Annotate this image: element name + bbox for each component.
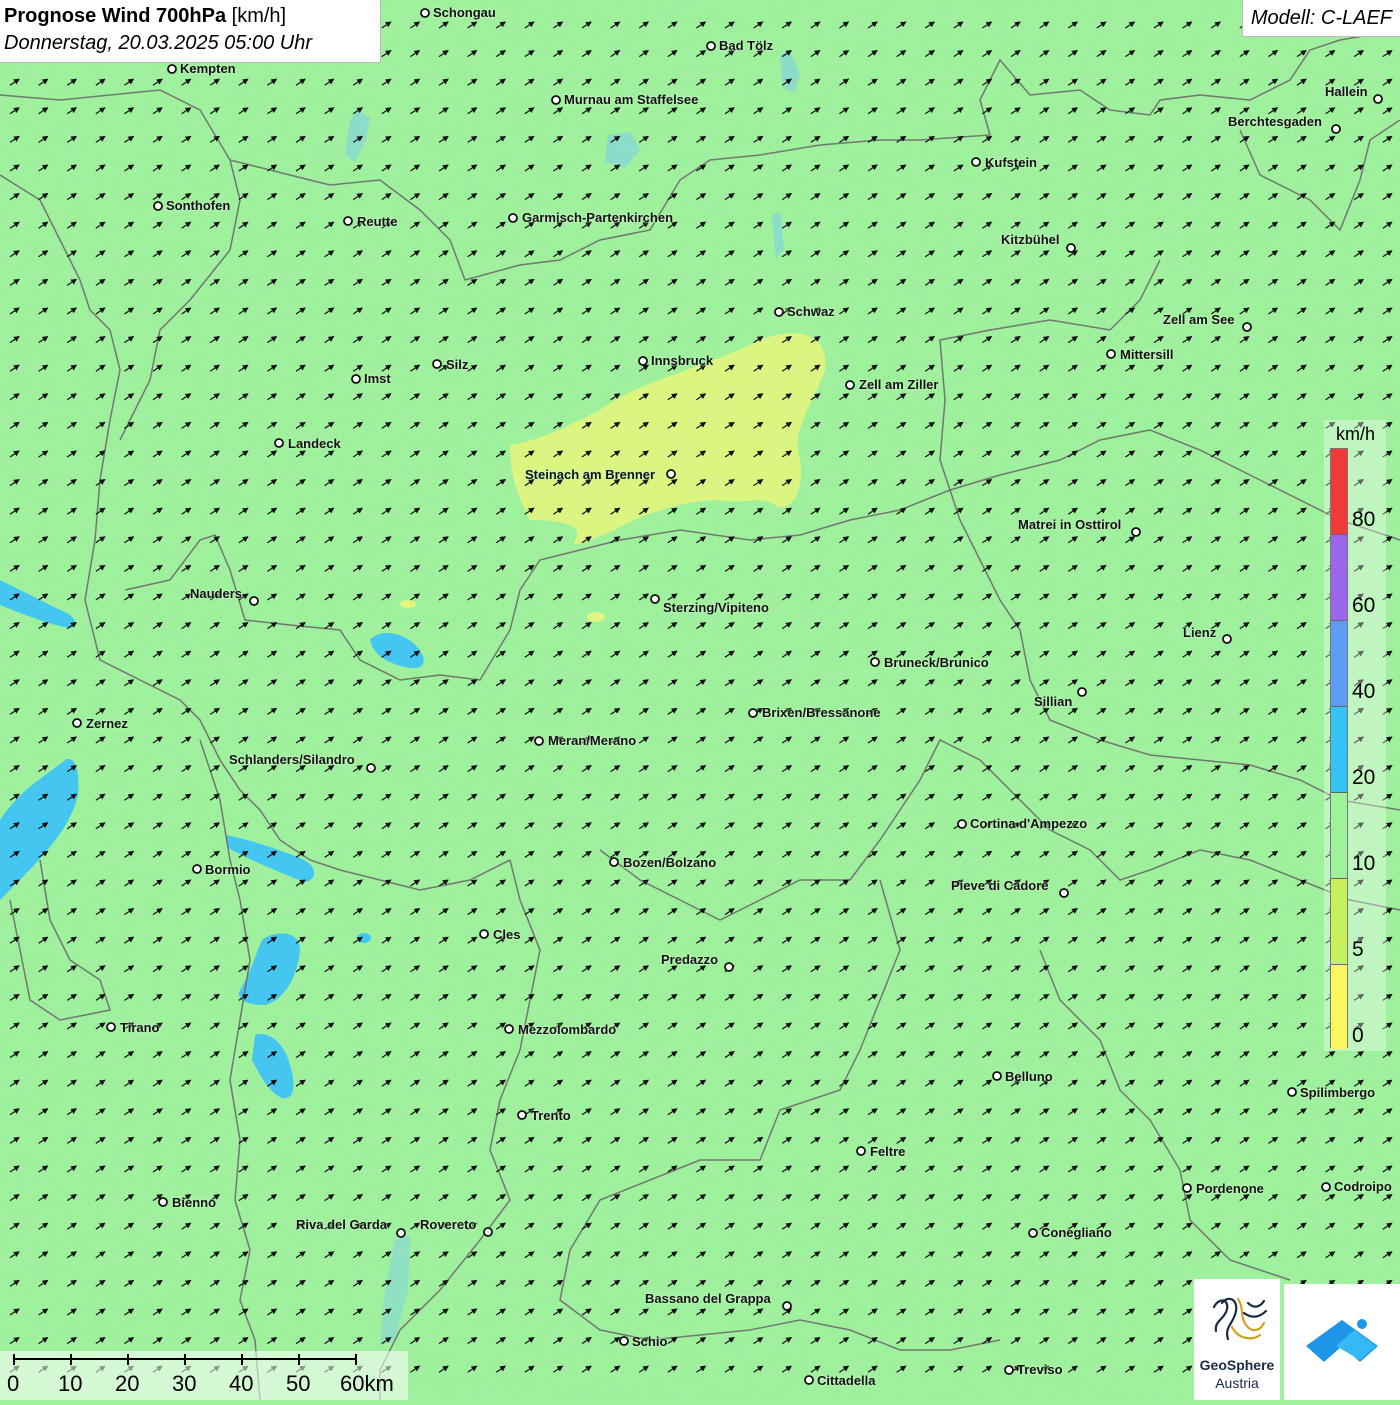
legend-colorbar: [1330, 448, 1348, 1049]
city-label: Bad Tölz: [719, 38, 774, 53]
legend-label: 40: [1352, 680, 1376, 703]
city-label: Belluno: [1005, 1069, 1053, 1084]
legend-swatch: [1331, 621, 1347, 707]
city-label: Bormio: [205, 862, 251, 877]
city-label: Kitzbühel: [1001, 232, 1060, 247]
city-label: Riva del Garda: [296, 1217, 388, 1232]
map-title-main: Prognose Wind 700hPa: [4, 5, 227, 27]
scale-label: 40: [229, 1371, 254, 1396]
city-label: Innsbruck: [651, 353, 714, 368]
map-title-unit: [km/h]: [231, 5, 287, 27]
city-label: Mittersill: [1120, 347, 1174, 362]
legend-swatch: [1331, 879, 1347, 965]
city-label: Tirano: [120, 1020, 160, 1035]
city-label: Kempten: [180, 61, 236, 76]
city-label: Sillian: [1034, 694, 1073, 709]
city-label: Reutte: [357, 214, 398, 229]
map-title: Prognose Wind 700hPa [km/h]: [4, 3, 380, 30]
city-label: Rovereto: [420, 1217, 477, 1232]
city-label: Cortina d'Ampezzo: [970, 816, 1088, 831]
city-label: Bienno: [172, 1195, 217, 1210]
city-label: Bruneck/Brunico: [884, 655, 989, 670]
scale-label: 60km: [340, 1371, 394, 1396]
city-label: Treviso: [1017, 1362, 1063, 1377]
model-label: Modell: C-LAEF: [1241, 0, 1400, 37]
low-wind-spot: [587, 612, 605, 622]
city-label: Zell am See: [1163, 312, 1235, 327]
city-label: Trento: [531, 1108, 571, 1123]
legend-swatch: [1331, 793, 1347, 879]
geosphere-emblem-icon: [1212, 1297, 1268, 1341]
scale-bar: 0 10 20 30 40 50 60km: [0, 1351, 408, 1400]
city-label: Feltre: [870, 1144, 906, 1159]
legend-label: 0: [1352, 1024, 1364, 1047]
city-label: Silz: [446, 357, 469, 372]
low-wind-spot: [400, 600, 416, 608]
legend-unit: km/h: [1336, 424, 1376, 444]
city-label: Murnau am Staffelsee: [564, 92, 699, 107]
city-label: Predazzo: [661, 952, 719, 967]
city-label: Schongau: [433, 5, 496, 20]
city-label: Schwaz: [787, 304, 835, 319]
city-label: Sterzing/Vipiteno: [663, 600, 769, 615]
city-label: Garmisch-Partenkirchen: [522, 210, 674, 225]
wind-app-icon: [1306, 1319, 1378, 1362]
city-label: Steinach am Brenner: [525, 467, 656, 482]
city-label: Nauders: [190, 586, 243, 601]
city-label: Imst: [364, 371, 391, 386]
legend-label: 60: [1352, 594, 1376, 617]
scale-label: 10: [58, 1371, 83, 1396]
legend-label: 5: [1352, 938, 1364, 961]
city-label: Kufstein: [985, 155, 1037, 170]
scale-label: 0: [7, 1371, 20, 1396]
city-label: Sonthofen: [166, 198, 231, 213]
high-wind-spot: [357, 933, 371, 943]
city-label: Schio: [632, 1334, 668, 1349]
city-label: Landeck: [288, 436, 341, 451]
city-label: Meran/Merano: [548, 733, 637, 748]
legend-label: 10: [1352, 852, 1376, 875]
logo-subname: Austria: [1215, 1375, 1259, 1391]
city-label: Schlanders/Silandro: [229, 752, 355, 767]
scale-label: 30: [172, 1371, 197, 1396]
city-label: Hallein: [1325, 84, 1368, 99]
color-legend: km/h 80 60 40 20 10 5 0: [1324, 420, 1386, 1051]
geosphere-logo[interactable]: GeoSphere Austria: [1194, 1279, 1280, 1400]
city-label: Codroipo: [1334, 1179, 1392, 1194]
city-label: Conegliano: [1041, 1225, 1112, 1240]
city-label: Bassano del Grappa: [645, 1291, 771, 1306]
city-label: Berchtesgaden: [1228, 114, 1322, 129]
city-label: Pieve di Cadore: [951, 878, 1049, 893]
city-label: Cittadella: [817, 1373, 876, 1388]
legend-label: 20: [1352, 766, 1376, 789]
app-logo[interactable]: [1284, 1284, 1400, 1400]
city-label: Mezzolombardo: [518, 1022, 617, 1037]
title-box: Prognose Wind 700hPa [km/h] Donnerstag, …: [0, 0, 381, 63]
city-label: Bozen/Bolzano: [623, 855, 717, 870]
legend-swatch: [1331, 965, 1347, 1049]
scale-label: 20: [115, 1371, 140, 1396]
city-label: Matrei in Osttirol: [1018, 517, 1122, 532]
legend-label: 80: [1352, 508, 1376, 531]
city-label: Brixen/Bressanone: [762, 705, 881, 720]
city-label: Cles: [493, 927, 521, 942]
forecast-datetime: Donnerstag, 20.03.2025 05:00 Uhr: [4, 32, 312, 54]
city-label: Spilimbergo: [1300, 1085, 1376, 1100]
city-label: Lienz: [1183, 625, 1217, 640]
city-label: Zernez: [86, 716, 128, 731]
legend-swatch: [1331, 535, 1347, 621]
scale-label: 50: [286, 1371, 311, 1396]
city-label: Zell am Ziller: [859, 377, 939, 392]
city-label: Pordenone: [1196, 1181, 1264, 1196]
legend-swatch: [1331, 449, 1347, 535]
legend-swatch: [1331, 707, 1347, 793]
logo-name: GeoSphere: [1199, 1357, 1275, 1373]
